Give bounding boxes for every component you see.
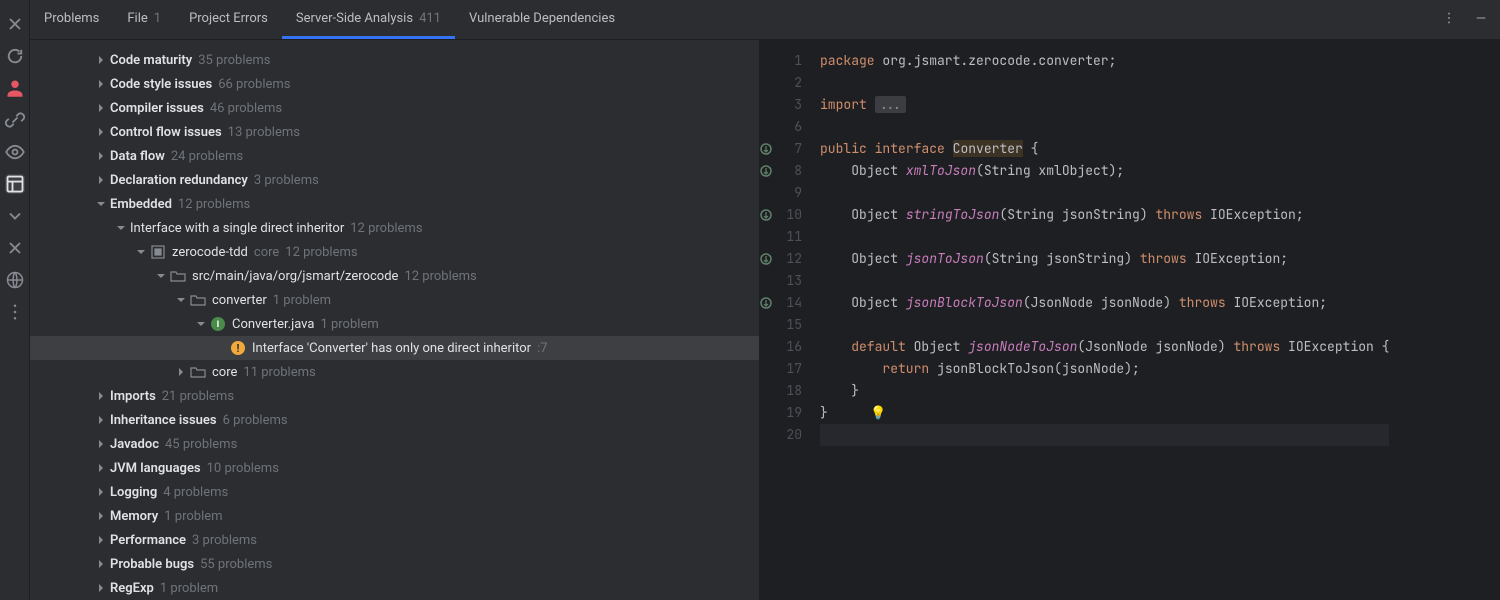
tree-item-interface-single[interactable]: Interface with a single direct inheritor… bbox=[30, 216, 759, 240]
minimize-icon[interactable] bbox=[1470, 7, 1492, 33]
gutter: 1 2 3 6 7 8 9 10 11 12 13 14 15 16 17 18 bbox=[760, 40, 810, 600]
tree-item-src-path[interactable]: src/main/java/org/jsmart/zerocode12 prob… bbox=[30, 264, 759, 288]
globe-icon[interactable] bbox=[5, 270, 25, 290]
refresh-icon[interactable] bbox=[5, 46, 25, 66]
tabs-bar: Problems File1 Project Errors Server-Sid… bbox=[30, 0, 1500, 40]
tab-server-side-analysis[interactable]: Server-Side Analysis411 bbox=[282, 0, 455, 39]
tree-item-code-maturity[interactable]: Code maturity35 problems bbox=[30, 48, 759, 72]
tree-item-compiler[interactable]: Compiler issues46 problems bbox=[30, 96, 759, 120]
tree-item-probable-bugs[interactable]: Probable bugs55 problems bbox=[30, 552, 759, 576]
override-icon[interactable] bbox=[760, 163, 773, 177]
code-body[interactable]: package org.jsmart.zerocode.converter; i… bbox=[810, 40, 1389, 600]
kebab-icon[interactable] bbox=[1438, 7, 1460, 33]
tree-item-zerocode[interactable]: zerocode-tddcore12 problems bbox=[30, 240, 759, 264]
tab-problems[interactable]: Problems bbox=[30, 0, 113, 39]
override-icon[interactable] bbox=[760, 251, 773, 265]
tree-item-data-flow[interactable]: Data flow24 problems bbox=[30, 144, 759, 168]
svg-text:!: ! bbox=[237, 342, 240, 355]
more-icon[interactable] bbox=[5, 302, 25, 322]
collapse-icon[interactable] bbox=[5, 238, 25, 258]
editor[interactable]: 1 2 3 6 7 8 9 10 11 12 13 14 15 16 17 18 bbox=[760, 40, 1500, 600]
tree-item-performance[interactable]: Performance3 problems bbox=[30, 528, 759, 552]
user-icon[interactable] bbox=[5, 78, 25, 98]
tree-item-decl-redundancy[interactable]: Declaration redundancy3 problems bbox=[30, 168, 759, 192]
warning-icon: ! bbox=[230, 340, 246, 356]
override-icon[interactable] bbox=[760, 295, 773, 309]
tree-item-embedded[interactable]: Embedded12 problems bbox=[30, 192, 759, 216]
tree-item-javadoc[interactable]: Javadoc45 problems bbox=[30, 432, 759, 456]
expand-icon[interactable] bbox=[5, 206, 25, 226]
tree-item-inheritance[interactable]: Inheritance issues6 problems bbox=[30, 408, 759, 432]
tab-vulnerable-dependencies[interactable]: Vulnerable Dependencies bbox=[455, 0, 629, 39]
tree-item-imports[interactable]: Imports21 problems bbox=[30, 384, 759, 408]
link-icon[interactable] bbox=[5, 110, 25, 130]
tree-item-regexp[interactable]: RegExp1 problem bbox=[30, 576, 759, 600]
tree-item-converter[interactable]: converter1 problem bbox=[30, 288, 759, 312]
tree-item-code-style[interactable]: Code style issues66 problems bbox=[30, 72, 759, 96]
tree-item-logging[interactable]: Logging4 problems bbox=[30, 480, 759, 504]
module-icon bbox=[150, 244, 166, 260]
folder-icon bbox=[170, 268, 186, 284]
override-icon[interactable] bbox=[760, 141, 773, 155]
tree-item-jvm[interactable]: JVM languages10 problems bbox=[30, 456, 759, 480]
tree-item-converter-java[interactable]: IConverter.java1 problem bbox=[30, 312, 759, 336]
preview-icon[interactable] bbox=[5, 174, 25, 194]
problems-tree: Code maturity35 problems Code style issu… bbox=[30, 40, 760, 600]
folder-icon bbox=[190, 292, 206, 308]
override-icon[interactable] bbox=[760, 207, 773, 221]
tab-project-errors[interactable]: Project Errors bbox=[175, 0, 282, 39]
eye-icon[interactable] bbox=[5, 142, 25, 162]
left-icon-strip bbox=[0, 0, 30, 600]
close-icon[interactable] bbox=[5, 14, 25, 34]
bulb-icon[interactable]: 💡 bbox=[870, 402, 886, 424]
tree-item-control-flow[interactable]: Control flow issues13 problems bbox=[30, 120, 759, 144]
folder-icon bbox=[190, 364, 206, 380]
svg-text:I: I bbox=[217, 320, 220, 330]
tab-file[interactable]: File1 bbox=[113, 0, 175, 39]
tree-item-warning[interactable]: !Interface 'Converter' has only one dire… bbox=[30, 336, 759, 360]
interface-icon: I bbox=[210, 316, 226, 332]
tree-item-core[interactable]: core11 problems bbox=[30, 360, 759, 384]
tree-item-memory[interactable]: Memory1 problem bbox=[30, 504, 759, 528]
